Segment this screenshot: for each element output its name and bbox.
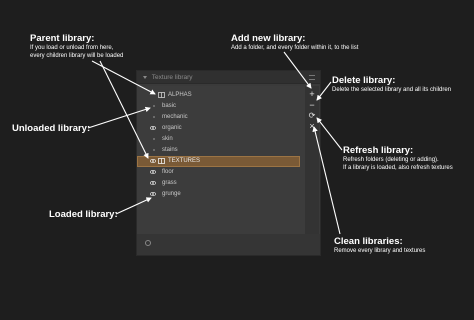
tree-row-grunge[interactable]: grunge [137,189,300,200]
panel-menu-icon[interactable] [309,75,315,80]
library-icon [158,158,165,164]
tree-row-stains[interactable]: stains [137,145,300,156]
delete-library-desc: Delete the selected library and all its … [332,87,452,93]
eye-icon[interactable] [150,126,156,130]
collapse-triangle-icon[interactable] [143,75,147,79]
eye-icon[interactable] [150,181,156,185]
unloaded-dot-icon[interactable] [153,116,155,118]
tree-label: skin [162,136,173,142]
screenshot-canvas: Texture library ALPHAS basic mechanic or… [0,0,474,320]
refresh-library-button[interactable]: ⟳ [307,111,317,121]
refresh-library-title: Refresh library: [343,145,414,156]
parent-library-desc-2: every children library will be loaded [30,53,124,59]
refresh-library-desc-2: If a library is loaded, also refresh tex… [343,165,453,171]
settings-icon[interactable] [145,240,151,246]
unloaded-dot-icon[interactable] [153,138,155,140]
delete-library-button[interactable]: − [307,100,317,110]
tree-label: grunge [162,191,181,197]
unloaded-dot-icon[interactable] [153,105,155,107]
eye-icon[interactable] [150,170,156,174]
tree-label: grass [162,180,177,186]
tree-label: floor [162,169,174,175]
tree-row-alphas[interactable]: ALPHAS [137,90,300,101]
tree-label: TEXTURES [168,158,201,164]
unloaded-dot-icon[interactable] [153,149,155,151]
clean-libraries-button[interactable]: × [307,121,317,131]
tree-label: mechanic [162,114,188,120]
tree-row-basic[interactable]: basic [137,101,300,112]
tree-row-mechanic[interactable]: mechanic [137,112,300,123]
tree-label: stains [162,147,178,153]
tree-label: ALPHAS [168,92,192,98]
tree-row-floor[interactable]: floor [137,167,300,178]
add-library-button[interactable]: + [307,89,317,99]
tree-row-skin[interactable]: skin [137,134,300,145]
library-icon [158,92,165,98]
add-new-library-title: Add new library: [231,33,306,44]
panel-title: Texture library [151,74,193,81]
parent-library-title: Parent library: [30,33,95,44]
unloaded-library-title: Unloaded library: [12,123,91,134]
eye-icon[interactable] [150,192,156,196]
library-actions-column: + − ⟳ × [305,86,319,236]
panel-header[interactable]: Texture library [137,71,320,84]
tree-label: organic [162,125,182,131]
texture-library-panel: Texture library ALPHAS basic mechanic or… [136,70,321,256]
clean-libraries-title: Clean libraries: [334,236,403,247]
clean-libraries-desc: Remove every library and textures [334,248,426,254]
refresh-library-desc-1: Refresh folders (deleting or adding). [343,157,439,163]
tree-label: basic [162,103,177,109]
panel-footer [137,234,320,255]
add-new-library-desc: Add a folder, and every folder within it… [231,45,359,51]
loaded-library-title: Loaded library: [49,209,118,220]
tree-row-organic[interactable]: organic [137,123,300,134]
delete-library-title: Delete library: [332,75,396,86]
library-tree: ALPHAS basic mechanic organic skin stain… [137,86,305,236]
tree-row-textures[interactable]: TEXTURES [137,156,300,167]
eye-icon[interactable] [150,159,156,163]
parent-library-desc-1: If you load or unload from here, [30,45,114,51]
tree-row-grass[interactable]: grass [137,178,300,189]
